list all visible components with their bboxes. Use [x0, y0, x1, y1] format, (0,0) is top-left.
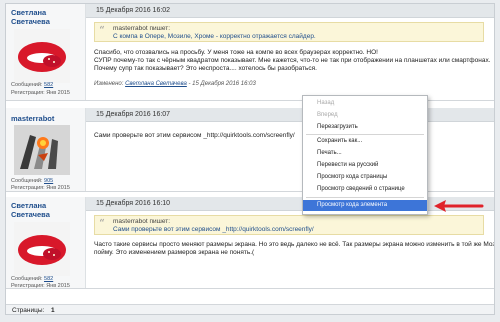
menu-item-save-as[interactable]: Сохранить как...	[303, 136, 427, 147]
post-author-panel: masterrabot Сообщений: 905 Регистрация:	[6, 108, 86, 191]
post-body: Спасибо, что отозвались на просьбу. У ме…	[94, 49, 491, 73]
pagination-bar: Страницы: 1	[6, 304, 494, 314]
quote-text: С компа в Опере, Мозиле, Хроме - коррект…	[113, 33, 316, 40]
quote-icon: “	[99, 217, 105, 230]
edited-label: Изменено:	[94, 81, 124, 87]
post-body: Часто такие сервисы просто меняют размер…	[94, 241, 495, 257]
edited-user-link[interactable]: Светлана Светачева	[125, 81, 187, 87]
author-posts: Сообщений: 905	[11, 178, 53, 184]
author-posts: Сообщений: 582	[11, 276, 53, 282]
posts-count-link[interactable]: 582	[44, 276, 53, 282]
edited-date: - 15 Декабря 2016 16:03	[188, 81, 256, 87]
menu-item-print[interactable]: Печать...	[303, 148, 427, 159]
author-name[interactable]: masterrabot	[11, 114, 54, 123]
author-name[interactable]: Светлана Светачева	[11, 8, 50, 26]
arrow-icon	[434, 200, 484, 212]
page-number[interactable]: 1	[51, 307, 55, 314]
reg-date: Янв 2015	[46, 90, 70, 96]
post-line: СУПР почему-то так с чёрным квадратом по…	[94, 57, 491, 64]
reg-date: Янв 2015	[46, 185, 70, 191]
post-header: 15 Декабря 2016 16:02	[86, 4, 494, 18]
quote-block: “ masterrabot пишет: С компа в Опере, Мо…	[94, 22, 484, 42]
avatar[interactable]	[14, 125, 70, 175]
author-registration: Регистрация: Янв 2015	[11, 283, 70, 289]
post-author-panel: Светлана Светачева Сообщений: 582 Регист…	[6, 197, 86, 289]
author-name-line: Светлана	[11, 8, 47, 17]
post-author-panel: Светлана Светачева Сообщений: 582 Регист…	[6, 4, 86, 100]
menu-item-inspect-element[interactable]: Просмотр кода элемента	[303, 200, 427, 211]
menu-item-view-source[interactable]: Просмотр кода страницы	[303, 172, 427, 183]
quote-text: Сами проверьте вот этим сервисом _http:/…	[113, 226, 314, 233]
menu-separator	[306, 134, 424, 135]
reg-label: Регистрация:	[11, 283, 45, 289]
posts-count-link[interactable]: 905	[44, 178, 53, 184]
reg-label: Регистрация:	[11, 90, 45, 96]
author-registration: Регистрация: Янв 2015	[11, 90, 70, 96]
pages-label: Страницы:	[12, 307, 45, 314]
author-name-line: Светлана	[11, 201, 47, 210]
forum-post: Светлана Светачева Сообщений: 582 Регист…	[6, 4, 494, 101]
post-line: Часто такие сервисы просто меняют размер…	[94, 241, 495, 248]
avatar[interactable]	[14, 222, 70, 276]
menu-item-forward[interactable]: Вперед	[303, 110, 427, 121]
avatar[interactable]	[14, 29, 70, 83]
posts-label: Сообщений:	[11, 178, 43, 184]
context-menu: Назад Вперед Перезагрузить Сохранить как…	[302, 95, 428, 215]
author-name-line: Светачева	[11, 17, 50, 26]
menu-item-reload[interactable]: Перезагрузить	[303, 122, 427, 133]
post-date: 15 Декабря 2016 16:10	[96, 200, 171, 207]
menu-item-translate[interactable]: Перевести на русский	[303, 160, 427, 171]
post-line: пойму. Это изменением размеров экрана не…	[94, 249, 255, 256]
menu-item-page-info[interactable]: Просмотр сведений о странице	[303, 184, 427, 195]
reg-label: Регистрация:	[11, 185, 45, 191]
quote-block: “ masterrabot пишет: Сами проверьте вот …	[94, 215, 484, 235]
post-date: 15 Декабря 2016 16:02	[96, 7, 171, 14]
posts-label: Сообщений:	[11, 276, 43, 282]
post-header: 15 Декабря 2016 16:07	[86, 108, 494, 122]
posts-label: Сообщений:	[11, 82, 43, 88]
quote-icon: “	[99, 24, 105, 37]
post-date: 15 Декабря 2016 16:07	[96, 111, 171, 118]
author-posts: Сообщений: 582	[11, 82, 53, 88]
author-name[interactable]: Светлана Светачева	[11, 201, 50, 219]
author-name-line: Светачева	[11, 210, 50, 219]
quote-author: masterrabot пишет:	[113, 218, 171, 225]
author-registration: Регистрация: Янв 2015	[11, 185, 70, 191]
post-line: Сами проверьте вот этим сервисом _http:/…	[94, 132, 295, 139]
quote-author: masterrabot пишет:	[113, 25, 171, 32]
post-line: Почему супр так показывает? Это неспрост…	[94, 65, 317, 72]
reg-date: Янв 2015	[46, 283, 70, 289]
posts-count-link[interactable]: 582	[44, 82, 53, 88]
menu-item-back[interactable]: Назад	[303, 98, 427, 109]
edited-note: Изменено: Светлана Светачева - 15 Декабр…	[94, 81, 256, 87]
post-line: Спасибо, что отозвались на просьбу. У ме…	[94, 49, 378, 56]
post-body: Сами проверьте вот этим сервисом _http:/…	[94, 132, 295, 140]
menu-separator	[306, 197, 424, 198]
